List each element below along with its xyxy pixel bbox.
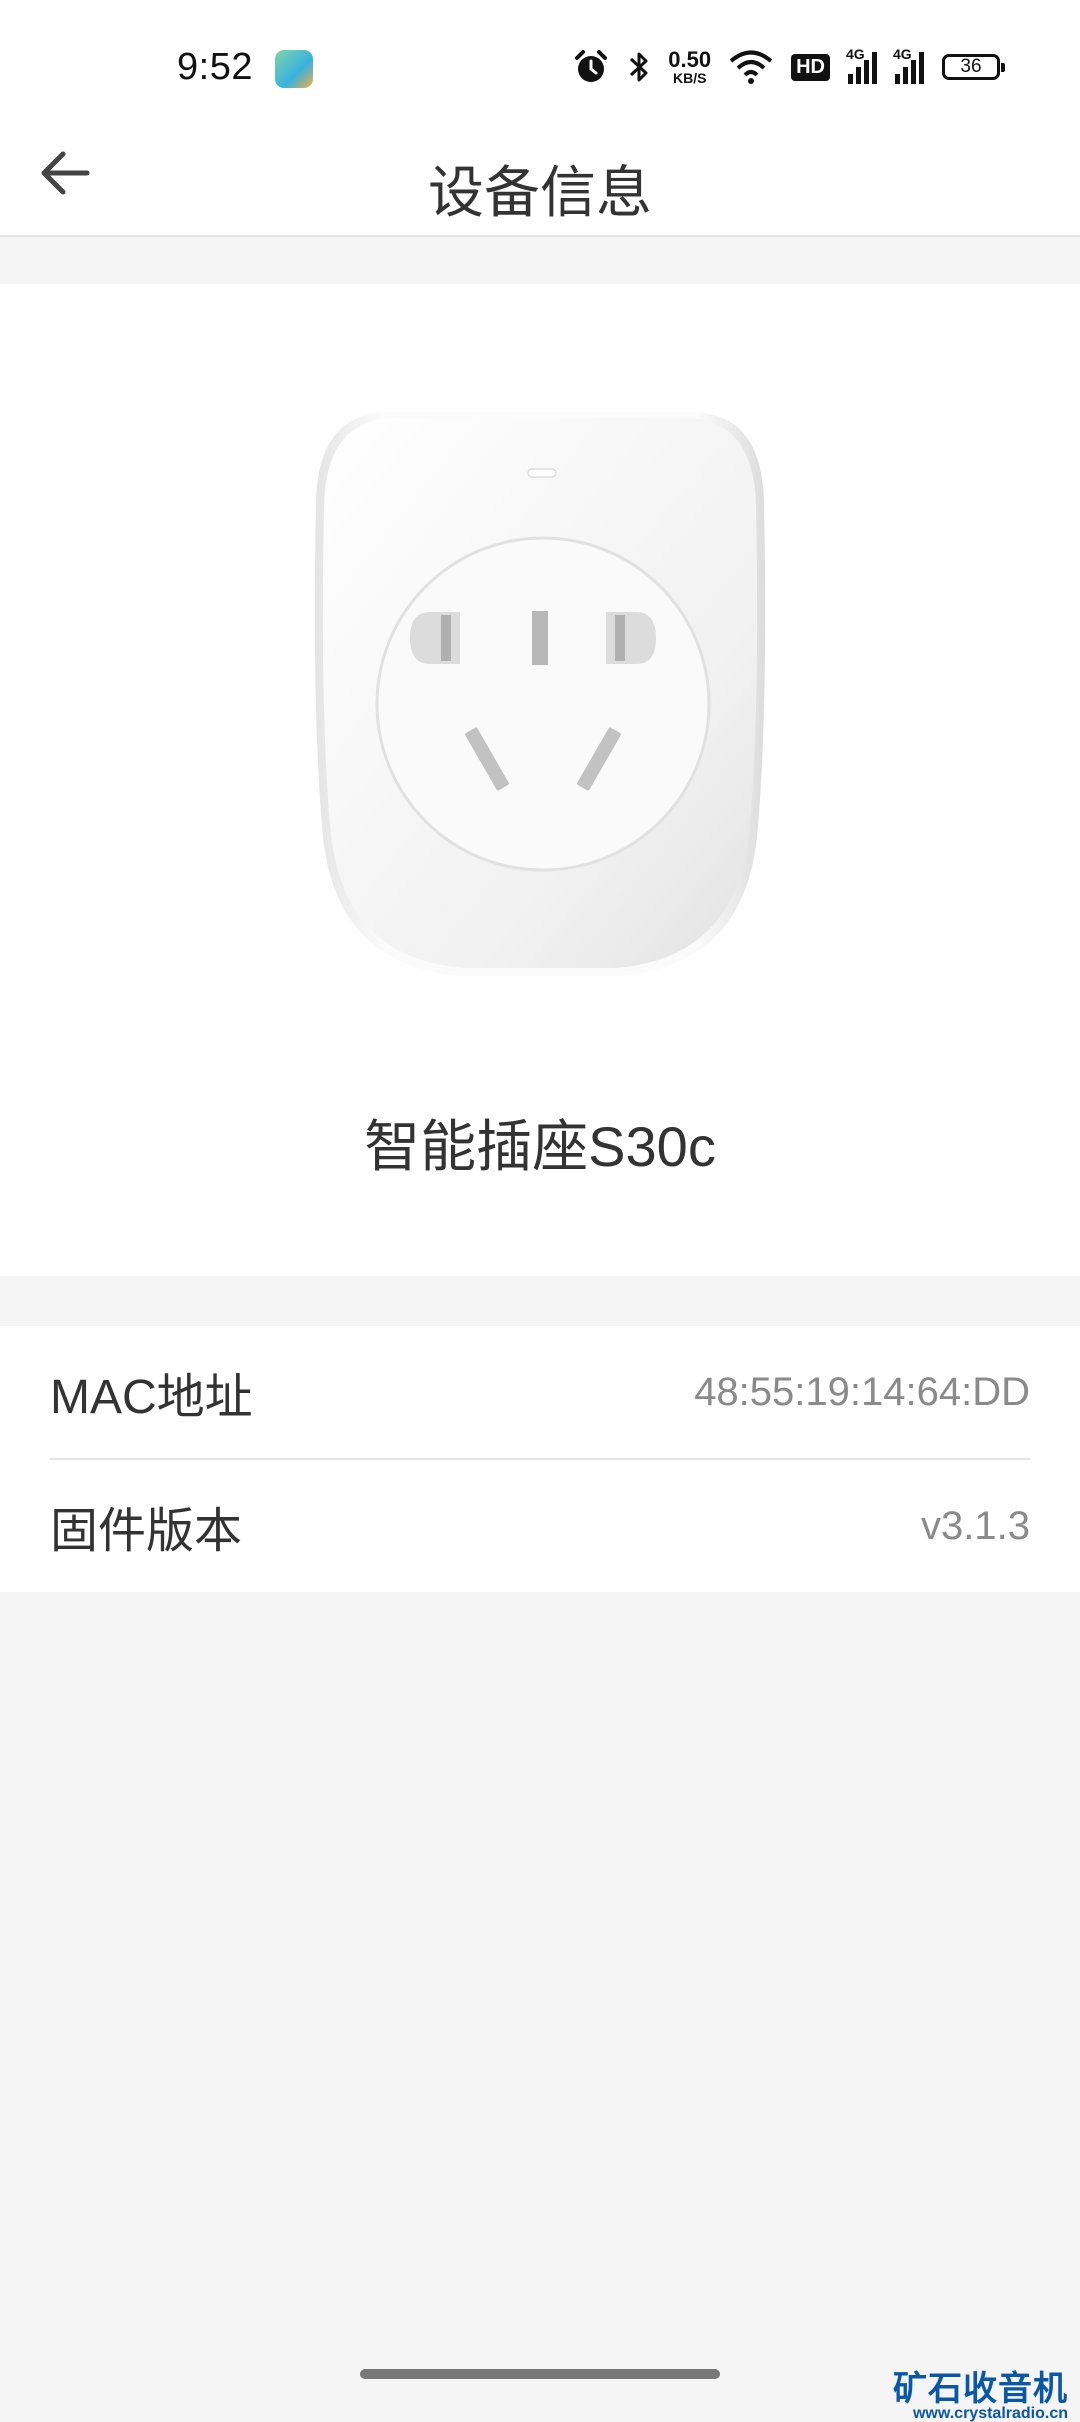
- watermark-cn: 矿石收音机: [893, 2370, 1068, 2408]
- watermark-url: www.crystalradio.cn: [912, 2405, 1068, 2422]
- network-speed: 0.50 KB/S: [668, 47, 712, 86]
- home-indicator[interactable]: [360, 2369, 720, 2379]
- battery-icon: 36: [942, 54, 1005, 80]
- page-title: 设备信息: [428, 161, 652, 224]
- alarm-icon: [575, 50, 608, 82]
- device-card: 智能插座S30c: [0, 284, 1080, 1276]
- app-notification-icon: [275, 50, 313, 88]
- device-name: 智能插座S30c: [364, 1115, 716, 1178]
- status-icons: 0.50 KB/S HD 4G 4G 36: [572, 44, 1005, 90]
- hd-voice-icon: HD: [791, 53, 830, 81]
- status-bar: 9:52 0.50 KB/S HD 4G 4G 36: [0, 0, 1080, 120]
- network-type-1: 4G: [846, 46, 865, 62]
- network-speed-unit: KB/S: [672, 70, 707, 86]
- battery-level: 36: [960, 56, 982, 77]
- watermark: 矿石收音机 www.crystalradio.cn: [893, 2372, 1068, 2422]
- network-type-2: 4G: [893, 46, 912, 62]
- signal-icon-2: 4G: [893, 46, 924, 84]
- bluetooth-icon: [630, 52, 648, 82]
- firmware-version-label: 固件版本: [50, 1505, 243, 1558]
- app-header: 设备信息: [0, 120, 1080, 237]
- wifi-icon: [729, 50, 773, 84]
- mac-address-row: MAC地址 48:55:19:14:64:DD: [0, 1326, 1080, 1458]
- mac-address-value: 48:55:19:14:64:DD: [694, 1369, 1030, 1414]
- network-speed-value: 0.50: [668, 47, 712, 72]
- firmware-version-value: v3.1.3: [921, 1503, 1030, 1548]
- smart-plug-image: [314, 412, 766, 976]
- mac-address-label: MAC地址: [50, 1371, 253, 1424]
- status-time: 9:52: [177, 46, 253, 88]
- device-info-list: MAC地址 48:55:19:14:64:DD 固件版本 v3.1.3: [0, 1326, 1080, 1592]
- firmware-version-row: 固件版本 v3.1.3: [0, 1460, 1080, 1592]
- signal-icon-1: 4G: [846, 46, 877, 84]
